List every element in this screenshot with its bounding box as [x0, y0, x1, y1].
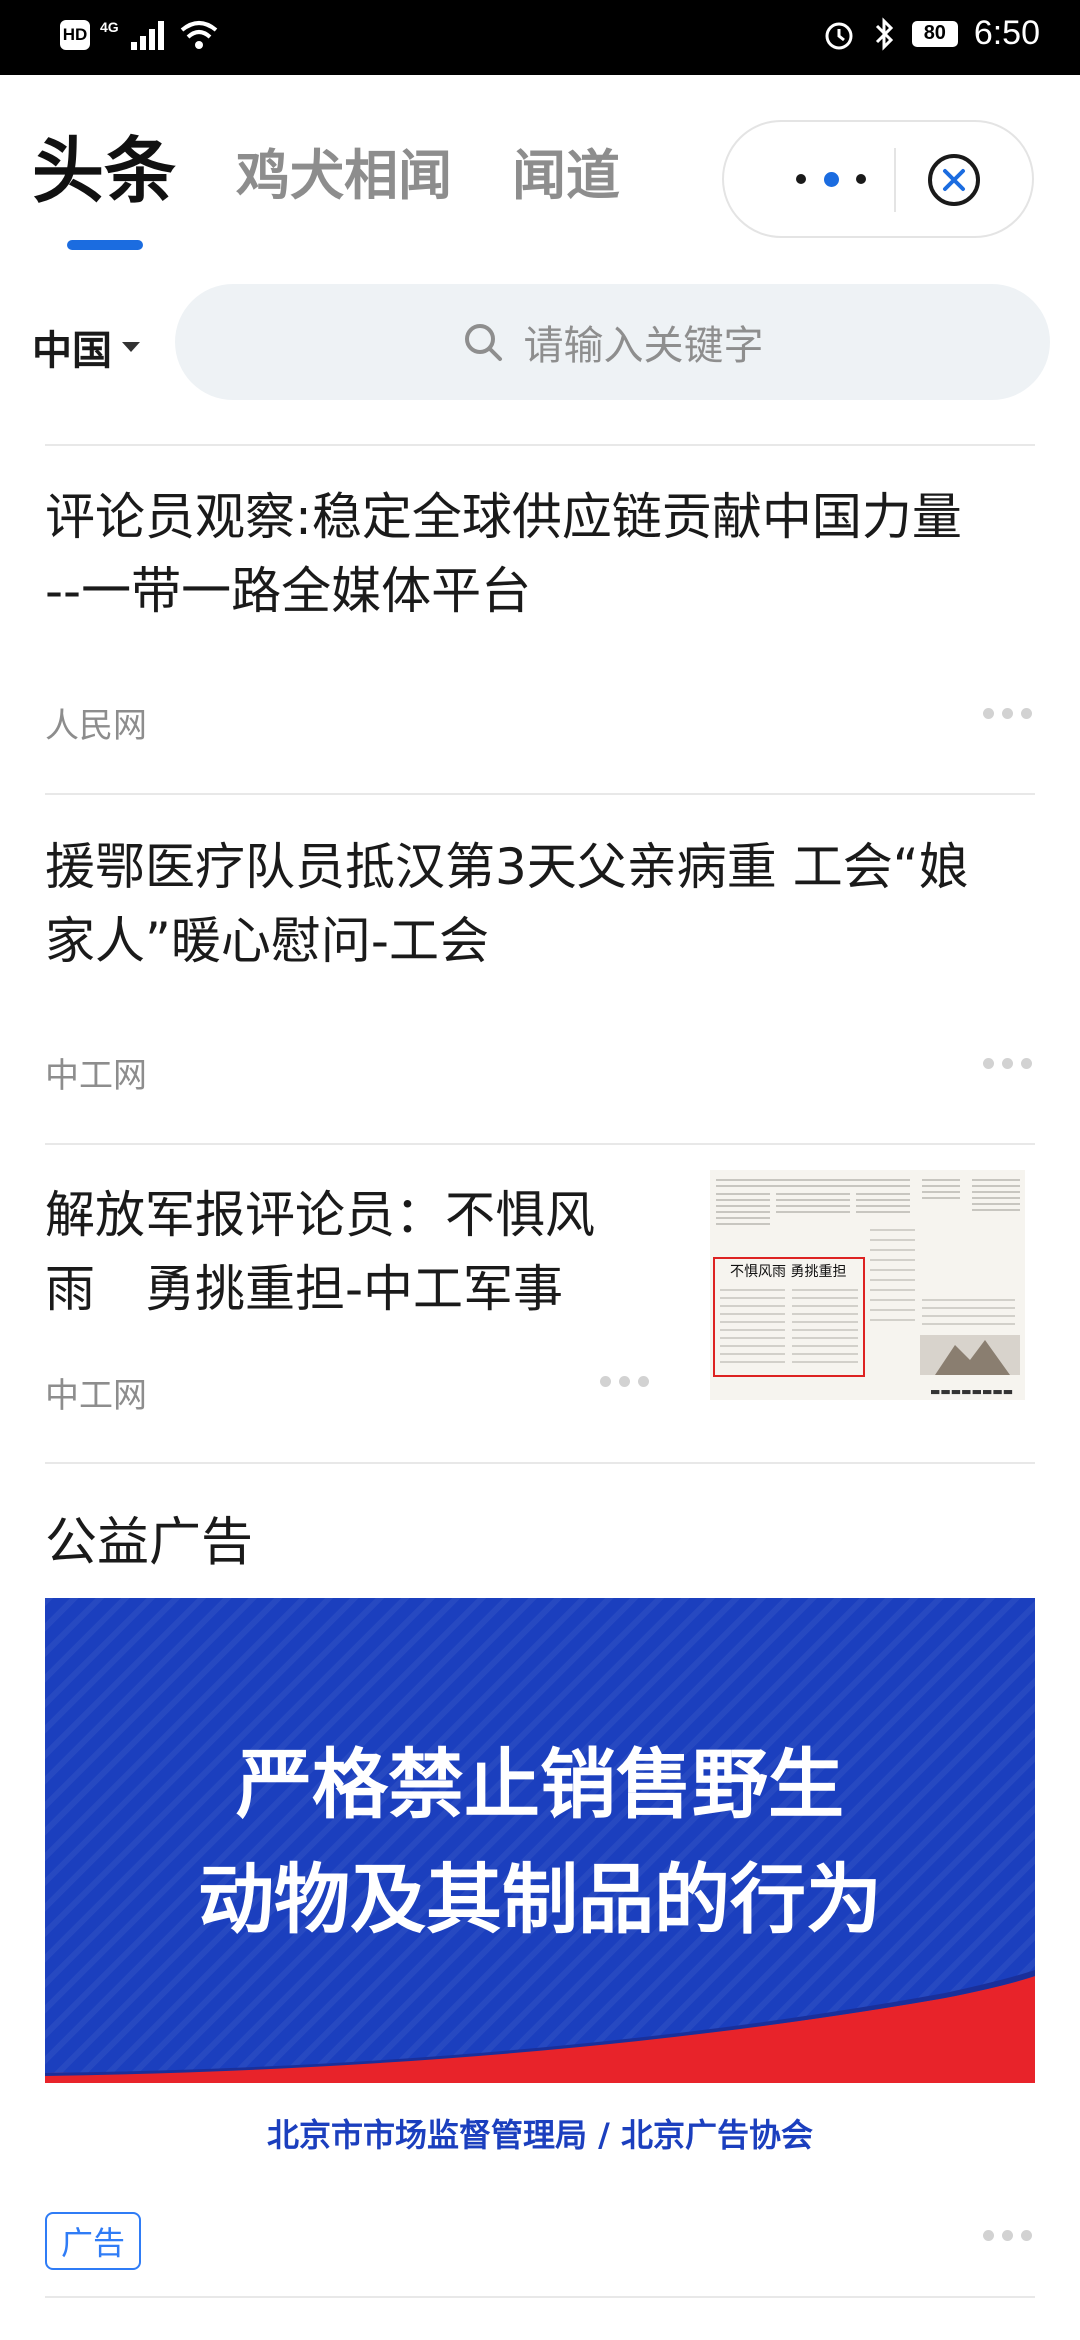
tab-local[interactable]: 鸡犬相闻 — [236, 149, 452, 207]
section-title: 公益广告 — [45, 1513, 254, 1573]
more-icon[interactable] — [796, 164, 866, 194]
newspaper-thumbnail: 不惧风雨 勇挑重担 ▬▬▬▬▬▬▬▬ — [710, 1170, 1025, 1400]
banner-headline-1: 严格禁止销售野生 — [236, 1740, 844, 1829]
divider — [45, 1462, 1035, 1464]
bluetooth-icon — [875, 16, 893, 51]
search-icon — [464, 324, 502, 361]
ad-badge: 广告 — [45, 2212, 142, 2270]
search-placeholder: 请输入关键字 — [523, 323, 764, 369]
article-source: 中工网 — [45, 1056, 147, 1096]
tab-opinion[interactable]: 闻道 — [512, 149, 620, 207]
more-options-icon[interactable] — [600, 1376, 649, 1387]
ad-sponsors: 北京市市场监督管理局 / 北京广告协会 — [267, 2116, 813, 2154]
tab-label: 头条 — [32, 129, 177, 213]
svg-text:▬▬▬▬▬▬▬▬: ▬▬▬▬▬▬▬▬ — [930, 1385, 1013, 1398]
signal-icon — [130, 21, 164, 50]
article-source: 中工网 — [45, 1376, 147, 1416]
capsule-divider — [894, 148, 896, 212]
active-tab-indicator — [67, 240, 143, 250]
close-icon[interactable] — [924, 150, 984, 210]
ad-banner[interactable]: 严格禁止销售野生 动物及其制品的行为 — [45, 1598, 1035, 2083]
network-type: 4G — [100, 19, 119, 35]
divider — [45, 2296, 1035, 2298]
article-title: 援鄂医疗队员抵汉第3天父亲病重 工会“娘 家人”暖心慰问-工会 — [45, 838, 969, 970]
clock: 6:50 — [973, 14, 1040, 52]
battery-icon: 80 — [911, 20, 958, 47]
wifi-icon — [180, 21, 217, 49]
search-input[interactable]: 请输入关键字 — [175, 284, 1050, 400]
region-selector[interactable]: 中国 — [32, 318, 140, 376]
more-options-icon[interactable] — [983, 1058, 1032, 1069]
hd-icon: HD — [60, 20, 90, 50]
tab-headlines[interactable]: 头条 — [32, 135, 176, 250]
more-options-icon[interactable] — [983, 708, 1032, 719]
caret-down-icon — [122, 342, 140, 352]
article-title: 解放军报评论员：不惧风 雨 勇挑重担-中工军事 — [45, 1186, 595, 1318]
alarm-icon — [825, 22, 853, 49]
article-source: 人民网 — [45, 706, 147, 746]
region-label: 中国 — [32, 328, 112, 374]
status-bar: HD 4G 80 6:50 — [0, 0, 1080, 75]
svg-text:不惧风雨 勇挑重担: 不惧风雨 勇挑重担 — [730, 1264, 846, 1280]
more-options-icon[interactable] — [983, 2230, 1032, 2241]
divider — [45, 1143, 1035, 1145]
divider — [45, 444, 1035, 446]
banner-headline-2: 动物及其制品的行为 — [198, 1855, 882, 1944]
top-tabs: 头条 鸡犬相闻 闻道 — [32, 135, 620, 250]
divider — [45, 793, 1035, 795]
article-title: 评论员观察:稳定全球供应链贡献中国力量 --一带一路全媒体平台 — [45, 488, 962, 620]
capsule-menu — [722, 120, 1034, 238]
